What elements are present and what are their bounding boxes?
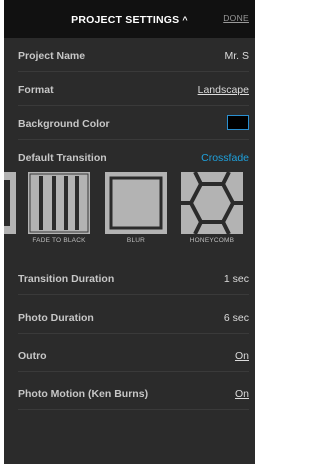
outro-row: Outro On — [18, 338, 249, 372]
photo-motion-label: Photo Motion (Ken Burns) — [18, 388, 149, 400]
divider — [18, 333, 249, 334]
divider — [18, 409, 249, 410]
transition-duration-row[interactable]: Transition Duration 1 sec — [18, 261, 249, 295]
default-transition-label: Default Transition — [18, 152, 107, 164]
photo-motion-row: Photo Motion (Ken Burns) On — [18, 376, 249, 410]
settings-panel: PROJECT SETTINGS ^ DONE Project Name Mr. … — [4, 0, 255, 464]
format-link[interactable]: Landscape — [198, 84, 249, 96]
background-color-label: Background Color — [18, 118, 110, 130]
transition-label: BLUR — [126, 237, 146, 244]
transition-strip: SS FADE TO BLACK BLUR — [4, 170, 255, 248]
header-bar: PROJECT SETTINGS ^ DONE — [4, 0, 255, 38]
divider — [18, 294, 249, 295]
photo-duration-value: 6 sec — [223, 312, 249, 324]
transition-duration-value: 1 sec — [223, 273, 249, 285]
photo-motion-toggle[interactable]: On — [235, 388, 249, 400]
project-name-row[interactable]: Project Name Mr. S — [18, 38, 249, 72]
divider — [18, 371, 249, 372]
square-frame-icon — [105, 172, 167, 234]
outro-label: Outro — [18, 350, 47, 362]
transition-duration-label: Transition Duration — [18, 273, 115, 285]
done-button[interactable]: DONE — [223, 13, 249, 23]
default-transition-row: Default Transition Crossfade — [18, 140, 249, 174]
page-title[interactable]: PROJECT SETTINGS ^ — [4, 0, 255, 38]
chevron-up-icon: ^ — [182, 15, 188, 25]
honeycomb-icon — [181, 172, 243, 234]
vertical-bars-icon — [28, 172, 90, 234]
title-text: PROJECT SETTINGS — [71, 14, 180, 26]
transition-label: FADE TO BLACK — [32, 237, 86, 244]
background-color-row: Background Color — [18, 106, 249, 140]
photo-duration-label: Photo Duration — [18, 312, 94, 324]
default-transition-value: Crossfade — [201, 152, 249, 164]
photo-duration-row[interactable]: Photo Duration 6 sec — [18, 300, 249, 334]
format-label: Format — [18, 84, 54, 96]
partial-tile-icon — [4, 172, 16, 234]
project-name-value: Mr. S — [224, 50, 249, 62]
color-swatch[interactable] — [227, 115, 249, 130]
project-name-label: Project Name — [18, 50, 86, 62]
outro-toggle[interactable]: On — [235, 350, 249, 362]
format-row: Format Landscape — [18, 72, 249, 106]
transition-label: HONEYCOMB — [189, 237, 235, 244]
